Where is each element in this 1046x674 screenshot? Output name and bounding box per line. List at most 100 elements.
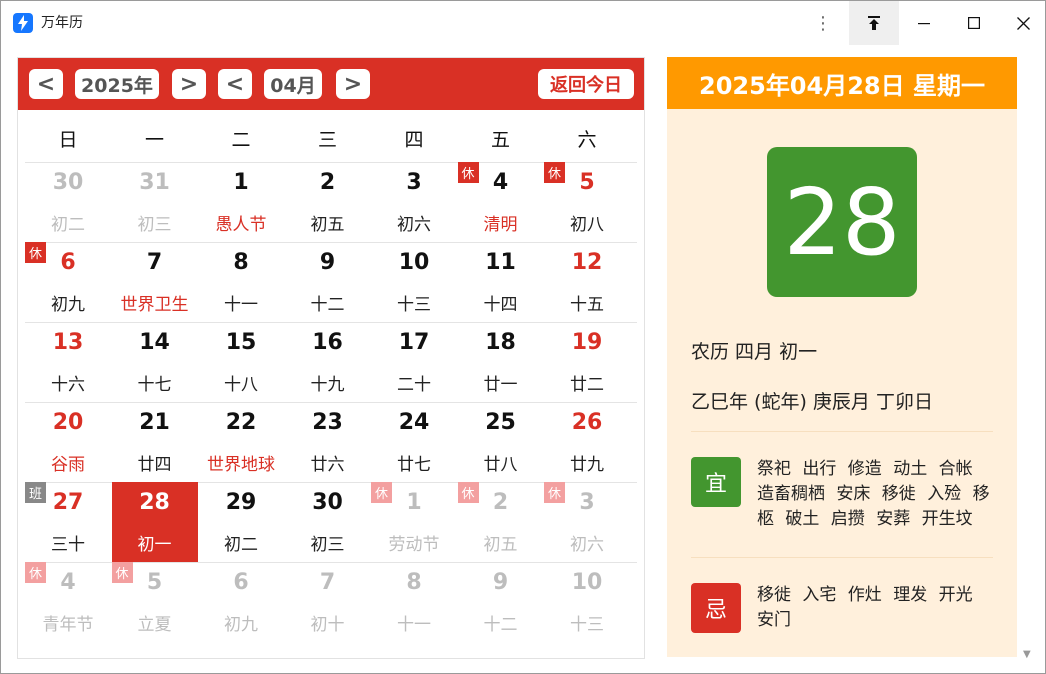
holiday-badge: 休 — [457, 162, 479, 183]
weekday-label: 五 — [490, 129, 510, 151]
day-cell[interactable]: 30 初三 — [285, 482, 371, 562]
day-cell-selected[interactable]: 28 初一 — [111, 482, 198, 562]
day-cell[interactable]: 11 十四 — [458, 242, 544, 322]
day-cell[interactable]: 16 十九 — [285, 322, 371, 402]
day-cell[interactable]: 27 三十班 — [25, 482, 111, 562]
year-select[interactable]: 2025年 — [75, 69, 159, 99]
next-year-button[interactable]: > — [172, 69, 206, 99]
scroll-down-arrow-icon[interactable]: ▼ — [1023, 649, 1031, 660]
weekday-label: 二 — [231, 129, 251, 151]
lunar-or-holiday-label: 立夏 — [137, 615, 172, 635]
day-cell[interactable]: 10 十三 — [371, 242, 457, 322]
day-cell[interactable]: 7 世界卫生 — [112, 242, 198, 322]
day-number: 7 — [319, 570, 336, 595]
day-number: 29 — [225, 490, 257, 515]
day-cell[interactable]: 10 十三 — [544, 562, 630, 642]
holiday-badge: 休 — [544, 482, 565, 503]
day-cell[interactable]: 5 立夏休 — [111, 562, 198, 642]
weekday-label: 一 — [144, 129, 164, 151]
calendar-nav-bar: < 2025年 > < 04月 > 返回今日 — [18, 58, 644, 110]
day-cell[interactable]: 3 初六休 — [544, 482, 630, 562]
day-cell[interactable]: 12 十五 — [544, 242, 630, 322]
day-cell[interactable]: 4 青年节休 — [25, 562, 111, 642]
prev-month-button[interactable]: < — [218, 69, 252, 99]
more-menu-icon[interactable]: ⋮ — [807, 1, 839, 45]
day-cell[interactable]: 14 十七 — [112, 322, 198, 402]
day-cell[interactable]: 9 十二 — [458, 562, 544, 642]
day-cell[interactable]: 17 二十 — [371, 322, 457, 402]
lunar-or-holiday-label: 初八 — [570, 215, 604, 235]
day-number: 13 — [52, 330, 84, 355]
weekday-label: 四 — [404, 129, 424, 151]
day-number: 6 — [233, 570, 249, 595]
day-cell[interactable]: 19 廿二 — [544, 322, 630, 402]
calendar-panel: < 2025年 > < 04月 > 返回今日 日 一 二 三 四 五 六 30 初… — [17, 57, 645, 659]
lunar-or-holiday-label: 初三 — [310, 535, 345, 555]
day-cell[interactable]: 8 十一 — [198, 242, 284, 322]
holiday-badge: 休 — [25, 562, 46, 583]
day-number: 1 — [233, 170, 249, 195]
holiday-badge: 休 — [544, 162, 565, 183]
lunar-or-holiday-label: 初三 — [137, 215, 172, 235]
day-number: 30 — [312, 490, 343, 515]
back-to-today-button[interactable]: 返回今日 — [538, 69, 634, 99]
lunar-or-holiday-label: 廿四 — [137, 455, 172, 475]
lunar-or-holiday-label: 世界卫生 — [120, 295, 189, 315]
weekday-header: 日 一 二 三 四 五 六 — [25, 110, 637, 163]
day-cell[interactable]: 2 初五休 — [457, 482, 544, 562]
minimize-icon[interactable] — [899, 1, 949, 45]
day-cell[interactable]: 6 初九休 — [25, 242, 111, 322]
holiday-badge: 休 — [457, 482, 479, 503]
day-number: 11 — [485, 250, 516, 275]
day-cell[interactable]: 15 十八 — [198, 322, 284, 402]
day-cell[interactable]: 21 廿四 — [112, 402, 198, 482]
day-cell[interactable]: 3 初六 — [371, 162, 457, 242]
day-cell[interactable]: 23 廿六 — [285, 402, 371, 482]
divider — [691, 557, 993, 558]
weekday-label: 日 — [58, 129, 78, 151]
day-number: 15 — [225, 330, 257, 355]
day-cell[interactable]: 25 廿八 — [458, 402, 544, 482]
day-cell[interactable]: 18 廿一 — [458, 322, 544, 402]
lunar-or-holiday-label: 世界地球 — [207, 455, 275, 475]
prev-year-button[interactable]: < — [29, 69, 63, 99]
day-cell[interactable]: 4 清明休 — [457, 162, 544, 242]
day-number: 10 — [398, 250, 430, 275]
title-bar: 万年历 ⋮ — [1, 1, 1045, 45]
day-cell[interactable]: 24 廿七 — [371, 402, 457, 482]
day-cell[interactable]: 8 十一 — [371, 562, 457, 642]
day-cell[interactable]: 1 劳动节休 — [371, 482, 457, 562]
day-cell[interactable]: 5 初八休 — [544, 162, 630, 242]
yi-tag: 宜 — [691, 457, 741, 507]
next-month-button[interactable]: > — [336, 69, 370, 99]
day-cell[interactable]: 13 十六 — [25, 322, 111, 402]
pin-on-top-icon[interactable] — [849, 1, 899, 45]
day-cell[interactable]: 29 初二 — [198, 482, 284, 562]
month-select[interactable]: 04月 — [264, 69, 322, 99]
ganzhi-date: 乙巳年 (蛇年) 庚辰月 丁卯日 — [691, 391, 933, 413]
day-number: 10 — [571, 570, 603, 595]
day-cell[interactable]: 7 初十 — [285, 562, 371, 642]
lunar-or-holiday-label: 十一 — [397, 615, 431, 635]
day-cell[interactable]: 9 十二 — [285, 242, 371, 322]
day-cell[interactable]: 20 谷雨 — [25, 402, 111, 482]
lunar-or-holiday-label: 初一 — [137, 535, 172, 555]
day-cell[interactable]: 1 愚人节 — [198, 162, 284, 242]
weekday-label: 三 — [317, 129, 337, 151]
maximize-icon[interactable] — [949, 1, 999, 45]
day-cell[interactable]: 22 世界地球 — [198, 402, 284, 482]
day-cell[interactable]: 26 廿九 — [544, 402, 630, 482]
day-number: 30 — [52, 170, 84, 195]
day-number: 17 — [398, 330, 430, 355]
day-number: 7 — [146, 250, 163, 275]
day-cell[interactable]: 31 初三 — [112, 162, 198, 242]
day-cell[interactable]: 30 初二 — [25, 162, 111, 242]
weekday-label: 六 — [577, 129, 597, 151]
day-cell[interactable]: 6 初九 — [198, 562, 284, 642]
lunar-or-holiday-label: 十一 — [224, 295, 258, 315]
lunar-or-holiday-label: 十五 — [570, 295, 604, 315]
close-icon[interactable] — [999, 1, 1046, 45]
day-cell[interactable]: 2 初五 — [285, 162, 371, 242]
lunar-or-holiday-label: 廿二 — [570, 375, 604, 395]
day-number: 21 — [139, 410, 170, 435]
